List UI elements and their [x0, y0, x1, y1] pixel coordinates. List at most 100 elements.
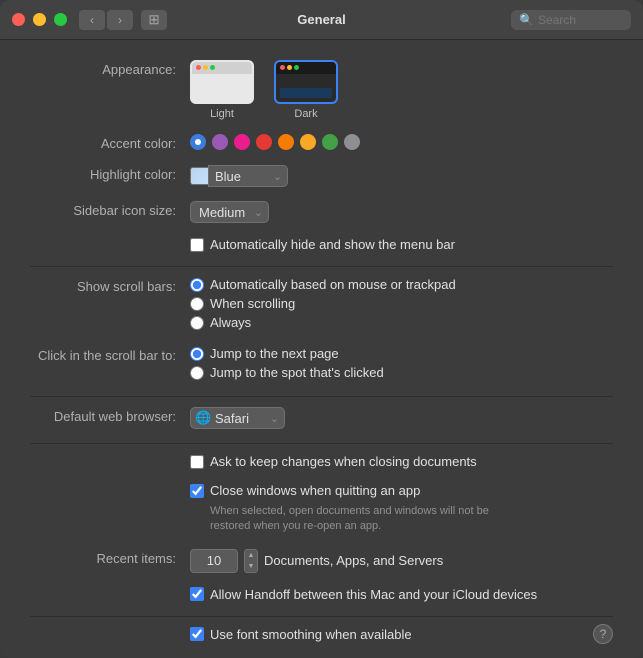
handoff-input[interactable]: [190, 587, 204, 601]
sidebar-icon-size-label: Sidebar icon size:: [30, 201, 190, 218]
highlight-select[interactable]: Blue Gold Graphite: [208, 165, 288, 187]
back-button[interactable]: ‹: [79, 10, 105, 30]
handoff-control: Allow Handoff between this Mac and your …: [190, 587, 613, 602]
grid-button[interactable]: ⊞: [141, 10, 167, 30]
recent-items-label: Recent items:: [30, 549, 190, 566]
default-browser-control: Safari Chrome Firefox 🌐: [190, 407, 613, 429]
appearance-control: Light Dark: [190, 60, 613, 120]
accent-color-control: [190, 134, 613, 150]
menu-bar-control: Automatically hide and show the menu bar: [190, 237, 613, 252]
scroll-bars-radio-group: Automatically based on mouse or trackpad…: [190, 277, 456, 332]
accent-color-label: Accent color:: [30, 134, 190, 151]
ask-keep-row: Ask to keep changes when closing documen…: [30, 454, 613, 469]
font-smoothing-checkbox-label: Use font smoothing when available: [210, 627, 412, 642]
font-smoothing-label: [30, 627, 190, 629]
titlebar: ‹ › ⊞ General 🔍: [0, 0, 643, 40]
search-input[interactable]: [538, 13, 623, 27]
content: Appearance: Light: [0, 40, 643, 658]
window-title: General: [297, 12, 345, 27]
divider-3: [30, 443, 613, 444]
stepper-up[interactable]: ▲: [245, 550, 257, 561]
search-box[interactable]: 🔍: [511, 10, 631, 30]
divider-4: [30, 616, 613, 617]
accent-graphite[interactable]: [344, 134, 360, 150]
light-thumb: [190, 60, 254, 104]
ask-keep-control: Ask to keep changes when closing documen…: [190, 454, 613, 469]
click-scroll-radio-group: Jump to the next page Jump to the spot t…: [190, 346, 384, 382]
browser-select[interactable]: Safari Chrome Firefox: [190, 407, 285, 429]
close-windows-control: Close windows when quitting an app When …: [190, 483, 613, 535]
appearance-options: Light Dark: [190, 60, 338, 120]
accent-yellow[interactable]: [300, 134, 316, 150]
ask-keep-input[interactable]: [190, 455, 204, 469]
scroll-auto-input[interactable]: [190, 278, 204, 292]
close-windows-input[interactable]: [190, 484, 204, 498]
accent-pink[interactable]: [234, 134, 250, 150]
close-windows-row: Close windows when quitting an app When …: [30, 483, 613, 535]
highlight-wrap: Blue Gold Graphite: [190, 165, 288, 187]
divider-1: [30, 266, 613, 267]
accent-red[interactable]: [256, 134, 272, 150]
ask-keep-checkbox[interactable]: Ask to keep changes when closing documen…: [190, 454, 477, 469]
scroll-bars-row: Show scroll bars: Automatically based on…: [30, 277, 613, 332]
click-spot-radio[interactable]: Jump to the spot that's clicked: [190, 365, 384, 380]
click-scroll-label: Click in the scroll bar to:: [30, 346, 190, 363]
click-spot-input[interactable]: [190, 366, 204, 380]
accent-blue[interactable]: [190, 134, 206, 150]
minimize-button[interactable]: [33, 13, 46, 26]
dark-dots: [280, 65, 299, 70]
font-smoothing-checkbox[interactable]: Use font smoothing when available: [190, 627, 412, 642]
browser-select-wrap: Safari Chrome Firefox 🌐: [190, 407, 285, 429]
handoff-row: Allow Handoff between this Mac and your …: [30, 587, 613, 602]
accent-color-row: Accent color:: [30, 134, 613, 151]
click-scroll-control: Jump to the next page Jump to the spot t…: [190, 346, 613, 382]
font-smoothing-control: Use font smoothing when available ?: [190, 627, 613, 642]
divider-2: [30, 396, 613, 397]
click-spot-label: Jump to the spot that's clicked: [210, 365, 384, 380]
font-smoothing-input[interactable]: [190, 627, 204, 641]
menu-bar-checkbox-input[interactable]: [190, 238, 204, 252]
ask-keep-checkbox-label: Ask to keep changes when closing documen…: [210, 454, 477, 469]
highlight-color-row: Highlight color: Blue Gold Graphite: [30, 165, 613, 187]
scroll-auto-label: Automatically based on mouse or trackpad: [210, 277, 456, 292]
scroll-auto-radio[interactable]: Automatically based on mouse or trackpad: [190, 277, 456, 292]
default-browser-label: Default web browser:: [30, 407, 190, 424]
dark-label: Dark: [294, 108, 317, 120]
light-label: Light: [210, 108, 234, 120]
handoff-checkbox[interactable]: Allow Handoff between this Mac and your …: [190, 587, 537, 602]
highlight-color-label: Highlight color:: [30, 165, 190, 182]
recent-items-row: Recent items: ▲ ▼ Documents, Apps, and S…: [30, 549, 613, 573]
click-next-page-radio[interactable]: Jump to the next page: [190, 346, 384, 361]
sidebar-icon-size-control: Small Medium Large: [190, 201, 613, 223]
default-browser-row: Default web browser: Safari Chrome Firef…: [30, 407, 613, 429]
recent-items-input[interactable]: [190, 549, 238, 573]
stepper-down[interactable]: ▼: [245, 561, 257, 572]
help-button[interactable]: ?: [593, 624, 613, 644]
click-next-page-input[interactable]: [190, 347, 204, 361]
appearance-light[interactable]: Light: [190, 60, 254, 120]
scroll-scrolling-radio[interactable]: When scrolling: [190, 296, 456, 311]
accent-green[interactable]: [322, 134, 338, 150]
stepper-wrap: ▲ ▼ Documents, Apps, and Servers: [190, 549, 443, 573]
window: ‹ › ⊞ General 🔍 Appearance:: [0, 0, 643, 658]
forward-button[interactable]: ›: [107, 10, 133, 30]
close-button[interactable]: [12, 13, 25, 26]
appearance-label: Appearance:: [30, 60, 190, 77]
scroll-scrolling-input[interactable]: [190, 297, 204, 311]
sidebar-icon-size-row: Sidebar icon size: Small Medium Large: [30, 201, 613, 223]
highlight-swatch: [190, 167, 208, 185]
traffic-lights: [12, 13, 67, 26]
accent-purple[interactable]: [212, 134, 228, 150]
appearance-dark[interactable]: Dark: [274, 60, 338, 120]
close-windows-checkbox[interactable]: Close windows when quitting an app: [190, 483, 420, 498]
appearance-row: Appearance: Light: [30, 60, 613, 120]
menu-bar-checkbox[interactable]: Automatically hide and show the menu bar: [190, 237, 455, 252]
sidebar-icon-size-select[interactable]: Small Medium Large: [190, 201, 269, 223]
nav-buttons: ‹ ›: [79, 10, 133, 30]
maximize-button[interactable]: [54, 13, 67, 26]
scroll-always-input[interactable]: [190, 316, 204, 330]
close-windows-label: [30, 483, 190, 485]
scroll-always-radio[interactable]: Always: [190, 315, 456, 330]
accent-orange[interactable]: [278, 134, 294, 150]
close-windows-checkbox-label: Close windows when quitting an app: [210, 483, 420, 498]
